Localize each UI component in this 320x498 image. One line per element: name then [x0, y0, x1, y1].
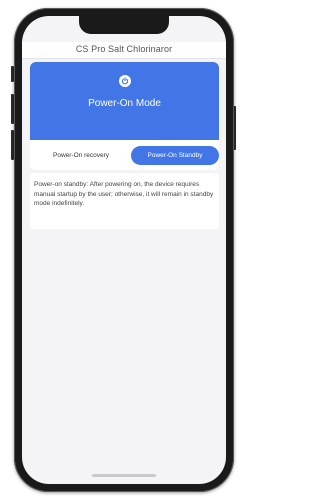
phone-screen: CS Pro Salt Chlorinaror Power-On Mode Po…	[22, 16, 226, 484]
power-on-recovery-option[interactable]: Power-On recovery	[38, 146, 124, 165]
description-card: Power-on standby: After powering on, the…	[30, 173, 219, 229]
notch	[79, 16, 169, 34]
page-title: CS Pro Salt Chlorinaror	[75, 44, 173, 54]
power-on-standby-option[interactable]: Power-On Standby	[131, 146, 219, 165]
mode-selector: Power-On recovery Power-On Standby	[30, 140, 219, 170]
mode-description: Power-on standby: After powering on, the…	[34, 181, 214, 207]
page: CS Pro Salt Chlorinaror Power-On Mode Po…	[0, 0, 247, 498]
home-indicator	[92, 474, 156, 477]
mode-heading: Power-On Mode	[88, 98, 161, 109]
power-icon	[119, 75, 131, 87]
power-on-mode-header: Power-On Mode	[30, 62, 219, 140]
